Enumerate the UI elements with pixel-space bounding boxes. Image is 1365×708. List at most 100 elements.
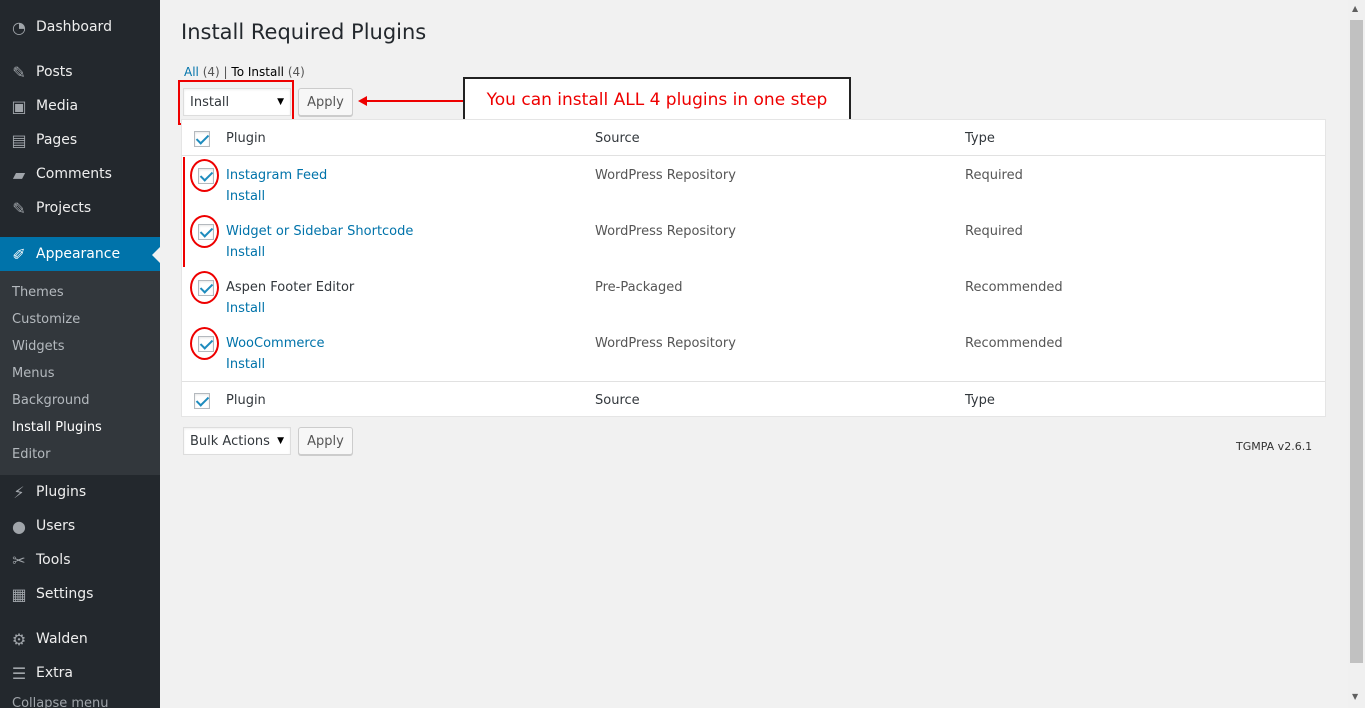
- wrench-icon: ✂: [12, 550, 26, 570]
- row-checkbox[interactable]: [198, 168, 214, 184]
- install-link[interactable]: Install: [226, 357, 265, 372]
- plugin-filters: All (4) | To Install (4): [184, 65, 305, 79]
- submenu-widgets[interactable]: Widgets: [12, 339, 65, 354]
- install-link[interactable]: Install: [226, 245, 265, 260]
- plugin-name-link[interactable]: WooCommerce: [226, 336, 325, 351]
- menu-appearance[interactable]: ✐ Appearance: [0, 237, 160, 271]
- column-plugin-footer[interactable]: Plugin: [226, 393, 266, 408]
- plugin-type: Required: [965, 224, 1023, 239]
- column-plugin[interactable]: Plugin: [226, 131, 266, 146]
- media-icon: ▣: [11, 96, 27, 116]
- table-row: Widget or Sidebar Shortcode Install Word…: [182, 213, 1325, 269]
- column-source[interactable]: Source: [595, 131, 640, 146]
- menu-walden[interactable]: ⚙ Walden: [0, 622, 160, 656]
- plugin-name-link[interactable]: Instagram Feed: [226, 168, 327, 183]
- column-source-footer[interactable]: Source: [595, 393, 640, 408]
- user-icon: ●: [12, 516, 26, 536]
- menu-label: Users: [36, 518, 76, 534]
- menu-plugins[interactable]: ⚡ Plugins: [0, 475, 160, 509]
- filter-all[interactable]: All: [184, 65, 199, 79]
- menu-label: Plugins: [36, 484, 87, 500]
- submenu-customize[interactable]: Customize: [12, 312, 80, 327]
- table-footer: Plugin Source Type: [182, 381, 1325, 417]
- menu-label: Projects: [36, 200, 92, 216]
- scroll-up-icon[interactable]: ▲: [1352, 4, 1358, 13]
- submenu-editor[interactable]: Editor: [12, 447, 50, 462]
- select-all-checkbox[interactable]: [194, 131, 210, 147]
- appearance-submenu: Themes Customize Widgets Menus Backgroun…: [0, 271, 160, 475]
- menu-label: Appearance: [36, 246, 121, 262]
- menu-label: Media: [36, 98, 79, 114]
- bulk-action-select-bottom[interactable]: Bulk Actions ▼: [183, 427, 291, 455]
- collapse-menu[interactable]: Collapse menu: [12, 696, 109, 708]
- scroll-thumb[interactable]: [1350, 20, 1363, 663]
- apply-button-bottom[interactable]: Apply: [298, 427, 353, 455]
- row-checkbox[interactable]: [198, 224, 214, 240]
- menu-pages[interactable]: ▤ Pages: [0, 123, 160, 157]
- plugin-source: WordPress Repository: [595, 336, 736, 351]
- page-title: Install Required Plugins: [181, 20, 427, 44]
- menu-label: Tools: [36, 552, 71, 568]
- scroll-down-icon[interactable]: ▼: [1352, 692, 1358, 701]
- filter-to-install[interactable]: To Install: [231, 65, 284, 79]
- brush-icon: ✐: [12, 244, 26, 264]
- menu-comments[interactable]: ▰ Comments: [0, 157, 160, 191]
- menu-settings[interactable]: ▦ Settings: [0, 577, 160, 611]
- menu-label: Extra: [36, 665, 73, 681]
- admin-sidebar: ◔ Dashboard ✎ Posts ▣ Media ▤ Pages ▰ Comment…: [0, 0, 160, 708]
- install-link[interactable]: Install: [226, 189, 265, 204]
- plug-icon: ⚡: [13, 482, 25, 502]
- row-checkbox[interactable]: [198, 336, 214, 352]
- dropdown-arrow-icon: ▼: [277, 436, 284, 446]
- menu-label: Walden: [36, 631, 88, 647]
- plugin-source: WordPress Repository: [595, 224, 736, 239]
- tgmpa-version: TGMPA v2.6.1: [1236, 440, 1313, 453]
- menu-projects[interactable]: ✎ Projects: [0, 191, 160, 225]
- menu-label: Settings: [36, 586, 94, 602]
- pin-icon: ✎: [12, 198, 26, 218]
- menu-label: Dashboard: [36, 19, 112, 35]
- menu-extra[interactable]: ☰ Extra: [0, 656, 160, 690]
- page-scrollbar[interactable]: ▲ ▼: [1348, 0, 1365, 708]
- submenu-install-plugins[interactable]: Install Plugins: [12, 420, 102, 435]
- menu-label: Comments: [36, 166, 112, 182]
- filter-separator: |: [223, 65, 228, 79]
- menu-users[interactable]: ● Users: [0, 509, 160, 543]
- annotation-arrow-head-icon: [358, 96, 367, 106]
- filter-all-count: (4): [202, 65, 220, 79]
- annotation-arrow: [366, 100, 464, 102]
- menu-tools[interactable]: ✂ Tools: [0, 543, 160, 577]
- menu-media[interactable]: ▣ Media: [0, 89, 160, 123]
- menu-posts[interactable]: ✎ Posts: [0, 55, 160, 89]
- comment-icon: ▰: [12, 164, 26, 184]
- plugins-table: Plugin Source Type Instagram Feed Instal…: [181, 119, 1326, 417]
- submenu-menus[interactable]: Menus: [12, 366, 54, 381]
- table-header: Plugin Source Type: [182, 120, 1325, 156]
- column-type[interactable]: Type: [965, 131, 995, 146]
- column-type-footer[interactable]: Type: [965, 393, 995, 408]
- row-checkbox[interactable]: [198, 280, 214, 296]
- menu-label: Posts: [36, 64, 73, 80]
- annotation-callout: You can install ALL 4 plugins in one ste…: [463, 77, 851, 123]
- plugin-source: Pre-Packaged: [595, 280, 683, 295]
- menu-icon: ☰: [11, 663, 27, 683]
- gear-icon: ⚙: [11, 629, 27, 649]
- plugin-name: Aspen Footer Editor: [226, 280, 355, 295]
- select-all-checkbox-footer[interactable]: [194, 393, 210, 409]
- pages-icon: ▤: [11, 130, 27, 150]
- plugin-type: Required: [965, 168, 1023, 183]
- menu-label: Pages: [36, 132, 78, 148]
- table-row: Aspen Footer Editor Install Pre-Packaged…: [182, 269, 1325, 325]
- submenu-background[interactable]: Background: [12, 393, 90, 408]
- annotation-bracket: [183, 157, 185, 267]
- install-link[interactable]: Install: [226, 301, 265, 316]
- settings-icon: ▦: [11, 584, 27, 604]
- submenu-themes[interactable]: Themes: [12, 285, 64, 300]
- table-row: Instagram Feed Install WordPress Reposit…: [182, 157, 1325, 213]
- apply-button-top[interactable]: Apply: [298, 88, 353, 116]
- plugin-type: Recommended: [965, 336, 1063, 351]
- plugin-type: Recommended: [965, 280, 1063, 295]
- menu-dashboard[interactable]: ◔ Dashboard: [0, 10, 160, 44]
- plugin-name-link[interactable]: Widget or Sidebar Shortcode: [226, 224, 413, 239]
- table-row: WooCommerce Install WordPress Repository…: [182, 325, 1325, 381]
